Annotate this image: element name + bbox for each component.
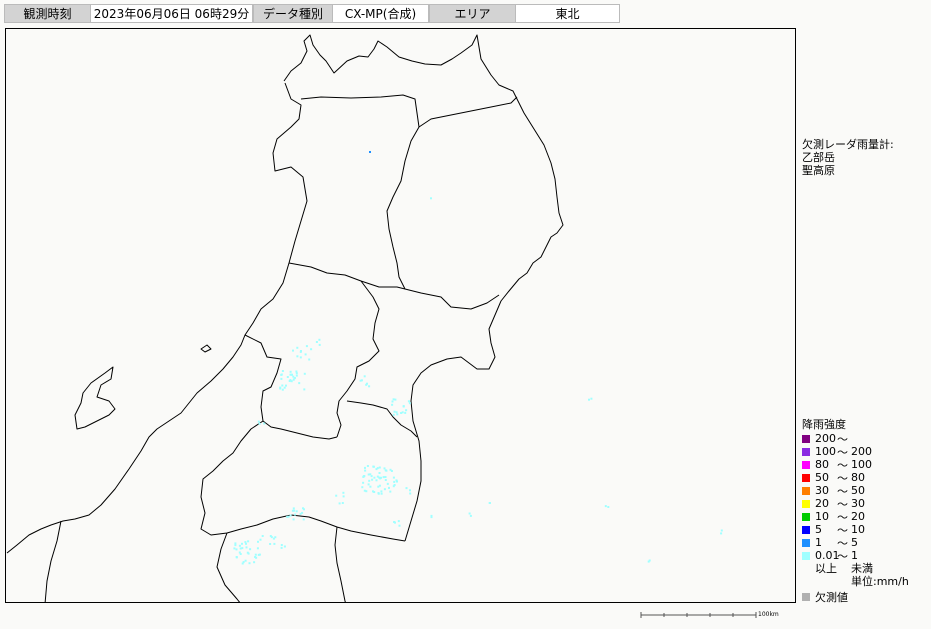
- pref-boundary-niigata-south: [216, 532, 241, 602]
- legend-min: 80: [815, 458, 829, 471]
- legend-max: 30: [851, 497, 865, 510]
- missing-radar-panel: 欠測レーダ雨量計: 乙部岳 聖高原: [802, 138, 894, 177]
- area-label: エリア: [429, 4, 516, 23]
- scale-bar: 100km: [640, 609, 780, 621]
- legend-min: 200: [815, 432, 836, 445]
- rain-echo-layer: [233, 151, 723, 565]
- legend-min: 20: [815, 497, 829, 510]
- legend-max: 5: [851, 536, 858, 549]
- scale-bar-label: 100km: [758, 611, 779, 618]
- data-type-label: データ種別: [253, 4, 333, 23]
- legend-swatch: [802, 538, 810, 547]
- missing-label: 欠測値: [815, 590, 848, 604]
- above-label: 以上: [815, 562, 837, 575]
- pref-boundary-akita-iwate: [386, 126, 420, 290]
- legend-swatch: [802, 473, 810, 482]
- rain-intensity-legend: 降雨強度 200 〜 100 〜 200 80 〜 100 50 〜 80 30 〜 50 20 〜 30 10 〜…: [802, 418, 909, 604]
- island-tobishima: [200, 344, 212, 353]
- legend-swatch: [802, 512, 810, 521]
- legend-min: 50: [815, 471, 829, 484]
- legend-row: 80 〜 100: [802, 458, 909, 472]
- legend-row: 200 〜: [802, 432, 909, 446]
- missing-radar-title: 欠測レーダ雨量計:: [802, 138, 894, 151]
- coastline-west: [6, 82, 308, 554]
- legend-row: 20 〜 30: [802, 497, 909, 511]
- pref-boundary-aomori: [300, 94, 518, 128]
- legend-max: 200: [851, 445, 872, 458]
- coastline-hokkaido-tip: [283, 34, 564, 542]
- legend-max: 80: [851, 471, 865, 484]
- legend-min: 1: [815, 536, 822, 549]
- legend-row: 1 〜 5: [802, 536, 909, 550]
- legend-swatch: [802, 525, 810, 534]
- legend-row: 100 〜 200: [802, 445, 909, 459]
- pref-boundary-nagano: [44, 520, 62, 602]
- legend-max: 50: [851, 484, 865, 497]
- legend-row: 50 〜 80: [802, 471, 909, 485]
- legend-min: 10: [815, 510, 829, 523]
- pref-boundary-miyagi: [346, 400, 418, 438]
- legend-swatch: [802, 499, 810, 508]
- legend-max: 100: [851, 458, 872, 471]
- legend-swatch: [802, 486, 810, 495]
- pref-boundary-akita-south: [288, 262, 500, 310]
- legend-swatch: [802, 551, 810, 560]
- legend-min: 0.01: [815, 549, 840, 562]
- legend-title: 降雨強度: [802, 418, 846, 431]
- legend-row: 5 〜 10: [802, 523, 909, 537]
- legend-row: 0.01 〜 1: [802, 549, 909, 563]
- area-value: 東北: [516, 4, 620, 23]
- legend-max: 20: [851, 510, 865, 523]
- obs-time-label: 観測時刻: [4, 4, 91, 23]
- missing-radar-station: 乙部岳: [802, 151, 835, 164]
- legend-min: 5: [815, 523, 822, 536]
- legend-range-note: 以上 未満: [802, 562, 909, 575]
- map-canvas: [6, 34, 723, 602]
- legend-max: 10: [851, 523, 865, 536]
- missing-radar-station: 聖高原: [802, 164, 835, 177]
- legend-min: 100: [815, 445, 836, 458]
- data-type-value: CX-MP(合成): [333, 4, 429, 23]
- legend-max: 1: [851, 549, 858, 562]
- legend-missing-row: 欠測値: [802, 590, 909, 604]
- legend-min: 30: [815, 484, 829, 497]
- pref-boundary-yamagata: [336, 280, 380, 438]
- header-bar: 観測時刻 2023年06月06日 06時29分 データ種別 CX-MP(合成) …: [4, 4, 620, 23]
- below-label: 未満: [851, 562, 873, 575]
- legend-swatch: [802, 434, 810, 443]
- legend-row: 30 〜 50: [802, 484, 909, 498]
- island-sado: [74, 366, 116, 430]
- unit-label: 単位:mm/h: [851, 575, 909, 588]
- pref-boundary-fukushima: [200, 420, 406, 542]
- radar-map[interactable]: [5, 28, 796, 603]
- pref-boundary-kanto: [334, 526, 346, 602]
- obs-time-value: 2023年06月06日 06時29分: [91, 4, 253, 23]
- legend-swatch: [802, 447, 810, 456]
- missing-swatch: [802, 592, 810, 601]
- legend-swatch: [802, 460, 810, 469]
- legend-row: 10 〜 20: [802, 510, 909, 524]
